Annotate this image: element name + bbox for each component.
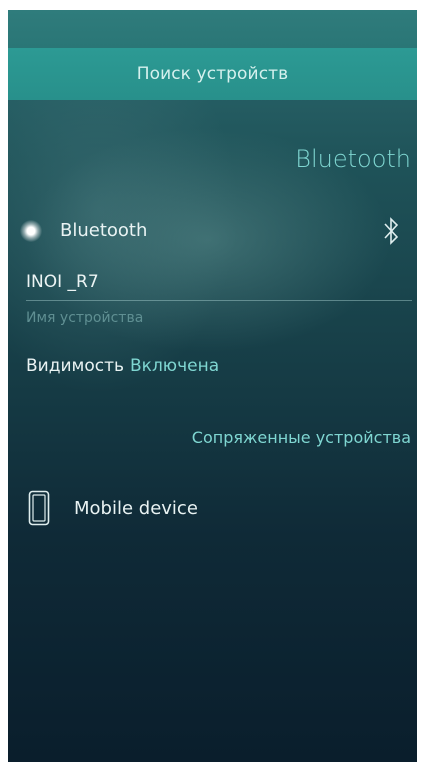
page-title: Bluetooth <box>295 145 411 173</box>
device-name-input[interactable]: INOI _R7 <box>26 272 412 298</box>
paired-device-name: Mobile device <box>74 498 198 519</box>
phone-icon <box>28 490 50 526</box>
pulley-menu-label: Поиск устройств <box>136 64 289 84</box>
bluetooth-settings-screen: Поиск устройств Bluetooth Bluetooth INOI… <box>8 10 417 762</box>
device-name-field[interactable]: INOI _R7 Имя устройства <box>26 272 412 326</box>
visibility-label: Видимость <box>26 356 125 376</box>
paired-device-item[interactable]: Mobile device <box>8 480 417 538</box>
device-name-underline <box>26 300 412 301</box>
status-area <box>8 10 417 48</box>
device-name-description: Имя устройства <box>26 310 144 326</box>
bluetooth-switch-label: Bluetooth <box>60 220 148 241</box>
visibility-combo[interactable]: Видимость Включена <box>26 356 219 376</box>
bluetooth-icon <box>384 217 399 245</box>
switch-indicator-on <box>20 220 42 242</box>
visibility-value: Включена <box>130 356 220 376</box>
bluetooth-switch[interactable]: Bluetooth <box>8 210 417 252</box>
pulley-menu-item-search-devices[interactable]: Поиск устройств <box>8 48 417 100</box>
paired-devices-header: Сопряженные устройства <box>191 428 411 447</box>
